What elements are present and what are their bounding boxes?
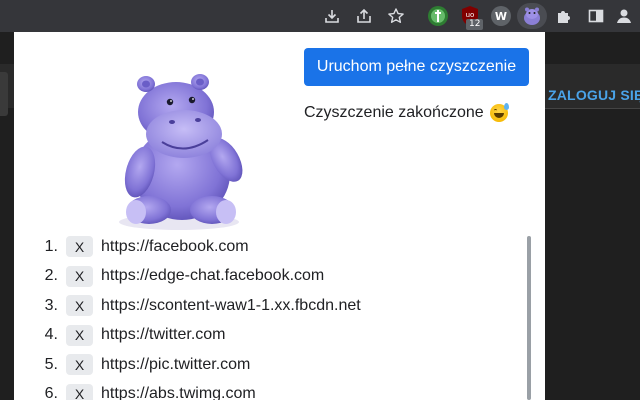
puzzle-icon[interactable] — [552, 4, 576, 28]
star-icon[interactable] — [384, 4, 408, 28]
login-link[interactable]: ZALOGUJ SIĘ — [548, 87, 640, 103]
hippo-mascot-image — [119, 74, 243, 230]
site-row: 3. X https://scontent-waw1-1.xx.fbcdn.ne… — [34, 291, 514, 321]
browser-toolbar: uo 12 W — [0, 0, 640, 32]
site-row: 2. X https://edge-chat.facebook.com — [34, 262, 514, 292]
svg-text:uo: uo — [466, 11, 475, 19]
w-extension-icon[interactable]: W — [489, 4, 513, 28]
green-extension-icon[interactable] — [426, 4, 450, 28]
site-row: 1. X https://facebook.com — [34, 232, 514, 262]
site-url: https://scontent-waw1-1.xx.fbcdn.net — [101, 296, 361, 314]
site-url: https://pic.twitter.com — [101, 355, 251, 373]
sidebar-icon[interactable] — [584, 4, 608, 28]
site-url: https://twitter.com — [101, 326, 226, 344]
list-scrollbar[interactable] — [527, 236, 531, 400]
svg-text:W: W — [495, 10, 507, 23]
background-left-button[interactable] — [0, 72, 8, 116]
row-number: 2. — [44, 267, 58, 285]
row-number: 6. — [44, 385, 58, 400]
site-url: https://facebook.com — [101, 237, 249, 255]
remove-site-button[interactable]: X — [66, 236, 93, 258]
status-message: Czyszczenie zakończone — [304, 103, 509, 122]
remove-site-button[interactable]: X — [66, 354, 93, 376]
remove-site-button[interactable]: X — [66, 265, 93, 287]
row-number: 5. — [44, 355, 58, 373]
site-row: 6. X https://abs.twimg.com — [34, 380, 514, 400]
grinning-sweat-emoji-icon — [489, 103, 509, 122]
ublock-badge: 12 — [466, 19, 484, 30]
share-icon[interactable] — [352, 4, 376, 28]
remove-site-button[interactable]: X — [66, 383, 93, 400]
site-row: 4. X https://twitter.com — [34, 321, 514, 351]
run-full-cleanup-button[interactable]: Uruchom pełne czyszczenie — [304, 48, 529, 86]
site-list: 1. X https://facebook.com 2. X https://e… — [34, 232, 514, 400]
row-number: 4. — [44, 326, 58, 344]
background-divider — [545, 108, 640, 109]
site-url: https://edge-chat.facebook.com — [101, 267, 325, 285]
remove-site-button[interactable]: X — [66, 295, 93, 317]
download-icon[interactable] — [320, 4, 344, 28]
profile-icon[interactable] — [612, 4, 636, 28]
extension-popup: Uruchom pełne czyszczenie Czyszczenie za… — [14, 32, 545, 400]
site-url: https://abs.twimg.com — [101, 385, 256, 400]
hippo-extension-icon[interactable] — [520, 4, 544, 28]
site-row: 5. X https://pic.twitter.com — [34, 350, 514, 380]
remove-site-button[interactable]: X — [66, 324, 93, 346]
row-number: 1. — [44, 237, 58, 255]
status-text: Czyszczenie zakończone — [304, 104, 484, 121]
row-number: 3. — [44, 296, 58, 314]
